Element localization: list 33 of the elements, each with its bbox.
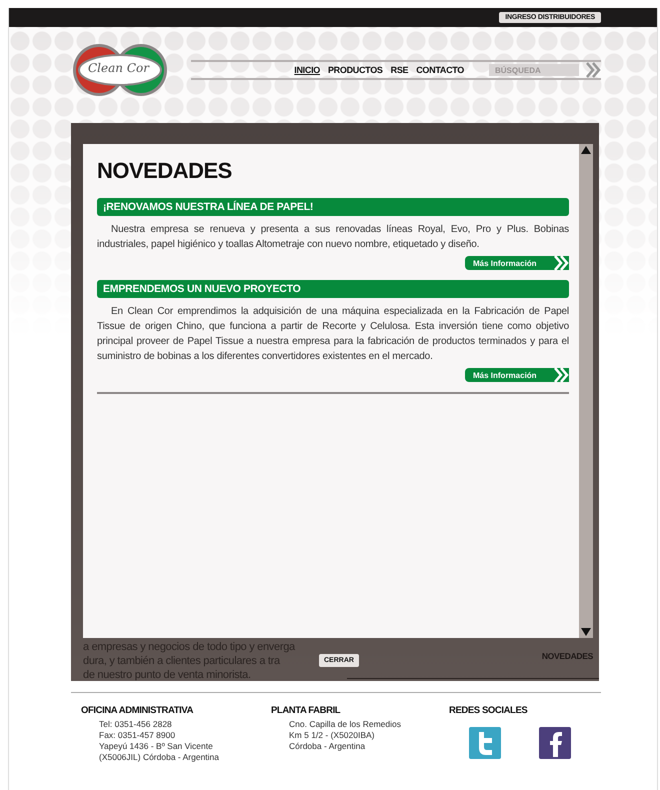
- chevron-icon: [553, 366, 569, 384]
- news-heading: EMPRENDEMOS UN NUEVO PROYECTO: [97, 280, 569, 298]
- scroll-down-icon[interactable]: [581, 628, 591, 636]
- footer-heading: REDES SOCIALES: [449, 705, 528, 716]
- logo-text: Clean Cor: [88, 61, 149, 75]
- more-info-button[interactable]: Más Información: [465, 368, 569, 382]
- twitter-icon[interactable]: [469, 727, 501, 759]
- news-text: En Clean Cor emprendimos la adquisición de una máquina especializada en la Fabricación de Papel Tissue de origen Chino, que funciona a partir de Recorte y Celulosa. Esta inversión tiene como objetivo principal proveer de Papel Tissue a nuestra empresa para la fabricación de productos terminados y para el suministro de bobinas a los diferentes convertidores existentes en el mercado.: [97, 305, 569, 364]
- search-chevron-icon: [585, 61, 601, 79]
- footer-text: (X5006JIL) Córdoba - Argentina: [98, 752, 220, 763]
- facebook-icon[interactable]: [539, 727, 571, 759]
- footer-heading: OFICINA ADMINISTRATIVA: [81, 705, 194, 716]
- scroll-up-icon[interactable]: [581, 146, 591, 154]
- footer-text: Tel: 0351-456 2828: [98, 719, 173, 730]
- scrollbar[interactable]: [579, 144, 593, 638]
- footer-heading: PLANTA FABRIL: [271, 705, 342, 716]
- chevron-icon: [553, 254, 569, 272]
- nav-link[interactable]: PRODUCTOS: [326, 65, 384, 75]
- footer-text: Cno. Capilla de los Remedios: [288, 719, 402, 730]
- more-info-button[interactable]: Más Información: [465, 256, 569, 270]
- nav-link[interactable]: RSE: [390, 65, 410, 75]
- nav-link[interactable]: INICIO: [293, 65, 321, 75]
- news-heading: ¡RENOVAMOS NUESTRA LÍNEA DE PAPEL!: [97, 198, 569, 216]
- search-field[interactable]: BÚSQUEDA: [489, 64, 579, 76]
- footer-text: Yapeyú 1436 - Bº San Vicente: [98, 741, 214, 752]
- logo-rings-icon: [71, 42, 169, 98]
- section-label: NOVEDADES: [542, 651, 593, 661]
- modal-title: NOVEDADES: [97, 158, 233, 184]
- nav-link[interactable]: CONTACTO: [415, 65, 465, 75]
- footer-text: Km 5 1/2 - (X5020IBA): [288, 730, 376, 741]
- news-text: Nuestra empresa se renueva y presenta a sus renovadas líneas Royal, Evo, Pro y Plus. Bobinas industriales, papel higiénico y toallas Altometraje con nuevo nombre, etiquetado y diseño.: [97, 223, 569, 252]
- footer-text: Fax: 0351-457 8900: [98, 730, 176, 741]
- footer-text: Córdoba - Argentina: [288, 741, 366, 752]
